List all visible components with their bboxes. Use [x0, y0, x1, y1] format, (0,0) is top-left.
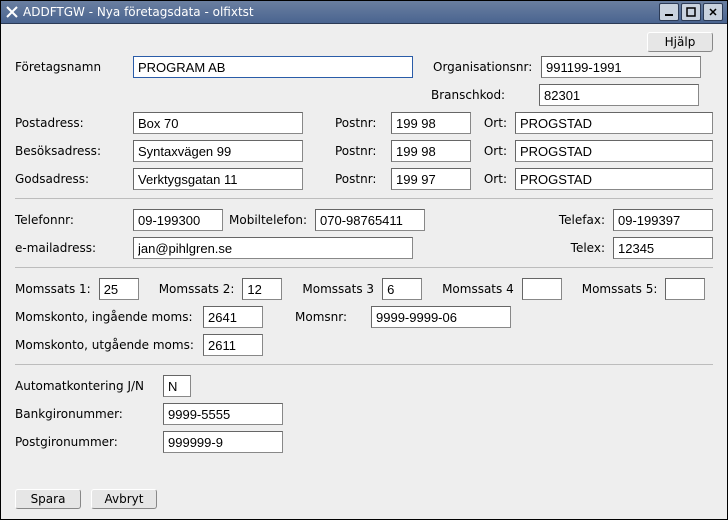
input-gods-nr[interactable]: [391, 168, 471, 190]
button-bar: Spara Avbryt: [1, 481, 727, 519]
input-momssats5[interactable]: [665, 278, 705, 300]
titlebar: ADDFTGW - Nya företagsdata - olfixtst: [1, 1, 727, 24]
input-momssats3[interactable]: [382, 278, 422, 300]
input-telex[interactable]: [613, 237, 713, 259]
input-telefax[interactable]: [613, 209, 713, 231]
label-postnr-3: Postnr:: [335, 172, 383, 186]
label-momskonto-ut: Momskonto, utgående moms:: [15, 338, 195, 352]
window-frame: ADDFTGW - Nya företagsdata - olfixtst Hj…: [0, 0, 728, 520]
label-momsnr: Momsnr:: [295, 310, 347, 324]
input-postgiro[interactable]: [163, 431, 283, 453]
separator-3: [15, 364, 713, 365]
input-momssats2[interactable]: [242, 278, 282, 300]
input-besok-ort[interactable]: [515, 140, 713, 162]
client-area: Hjälp Företagsnamn Organisationsnr: Bran…: [1, 24, 727, 469]
label-besoksadress: Besöksadress:: [15, 144, 125, 158]
label-bankgiro: Bankgironummer:: [15, 407, 155, 421]
input-mobil[interactable]: [315, 209, 425, 231]
label-momskonto-in: Momskonto, ingående moms:: [15, 310, 195, 324]
input-gods-adr[interactable]: [133, 168, 303, 190]
label-ort-3: Ort:: [477, 172, 507, 186]
input-besok-nr[interactable]: [391, 140, 471, 162]
label-momssats1: Momssats 1:: [15, 282, 91, 296]
label-postnr-2: Postnr:: [335, 144, 383, 158]
label-momssats3: Momssats 3: [302, 282, 374, 296]
label-ort-1: Ort:: [477, 116, 507, 130]
input-momssats1[interactable]: [99, 278, 139, 300]
separator-2: [15, 267, 713, 268]
label-momssats4: Momssats 4: [442, 282, 514, 296]
label-telex: Telex:: [571, 241, 605, 255]
input-organisationsnr[interactable]: [541, 56, 701, 78]
label-email: e-mailadress:: [15, 241, 125, 255]
input-momskonto-in[interactable]: [203, 306, 263, 328]
input-gods-ort[interactable]: [515, 168, 713, 190]
input-besok-adr[interactable]: [133, 140, 303, 162]
input-email[interactable]: [133, 237, 413, 259]
input-automatkontering[interactable]: [163, 375, 191, 397]
label-branschkod: Branschkod:: [431, 88, 531, 102]
input-momssats4[interactable]: [522, 278, 562, 300]
label-automatkontering: Automatkontering J/N: [15, 379, 155, 393]
save-button[interactable]: Spara: [15, 489, 81, 509]
input-post-ort[interactable]: [515, 112, 713, 134]
input-telefon[interactable]: [133, 209, 223, 231]
label-telefonnr: Telefonnr:: [15, 213, 125, 227]
label-postadress: Postadress:: [15, 116, 125, 130]
label-foretagsnamn: Företagsnamn: [15, 60, 125, 74]
help-button[interactable]: Hjälp: [647, 32, 713, 52]
input-bankgiro[interactable]: [163, 403, 283, 425]
maximize-button[interactable]: [681, 3, 701, 21]
minimize-button[interactable]: [659, 3, 679, 21]
label-mobiltelefon: Mobiltelefon:: [229, 213, 307, 227]
input-momskonto-ut[interactable]: [203, 334, 263, 356]
separator-1: [15, 198, 713, 199]
label-telefax: Telefax:: [559, 213, 605, 227]
cancel-button[interactable]: Avbryt: [91, 489, 157, 509]
input-branschkod[interactable]: [539, 84, 699, 106]
app-icon: [5, 5, 19, 19]
input-foretagsnamn[interactable]: [133, 56, 413, 78]
label-postgiro: Postgironummer:: [15, 435, 155, 449]
label-godsadress: Godsadress:: [15, 172, 125, 186]
close-button[interactable]: [703, 3, 723, 21]
label-momssats2: Momssats 2:: [159, 282, 235, 296]
input-post-adr[interactable]: [133, 112, 303, 134]
window-title: ADDFTGW - Nya företagsdata - olfixtst: [23, 5, 659, 19]
label-organisationsnr: Organisationsnr:: [433, 60, 533, 74]
input-momsnr[interactable]: [371, 306, 511, 328]
label-momssats5: Momssats 5:: [582, 282, 658, 296]
label-ort-2: Ort:: [477, 144, 507, 158]
input-post-nr[interactable]: [391, 112, 471, 134]
label-postnr-1: Postnr:: [335, 116, 383, 130]
